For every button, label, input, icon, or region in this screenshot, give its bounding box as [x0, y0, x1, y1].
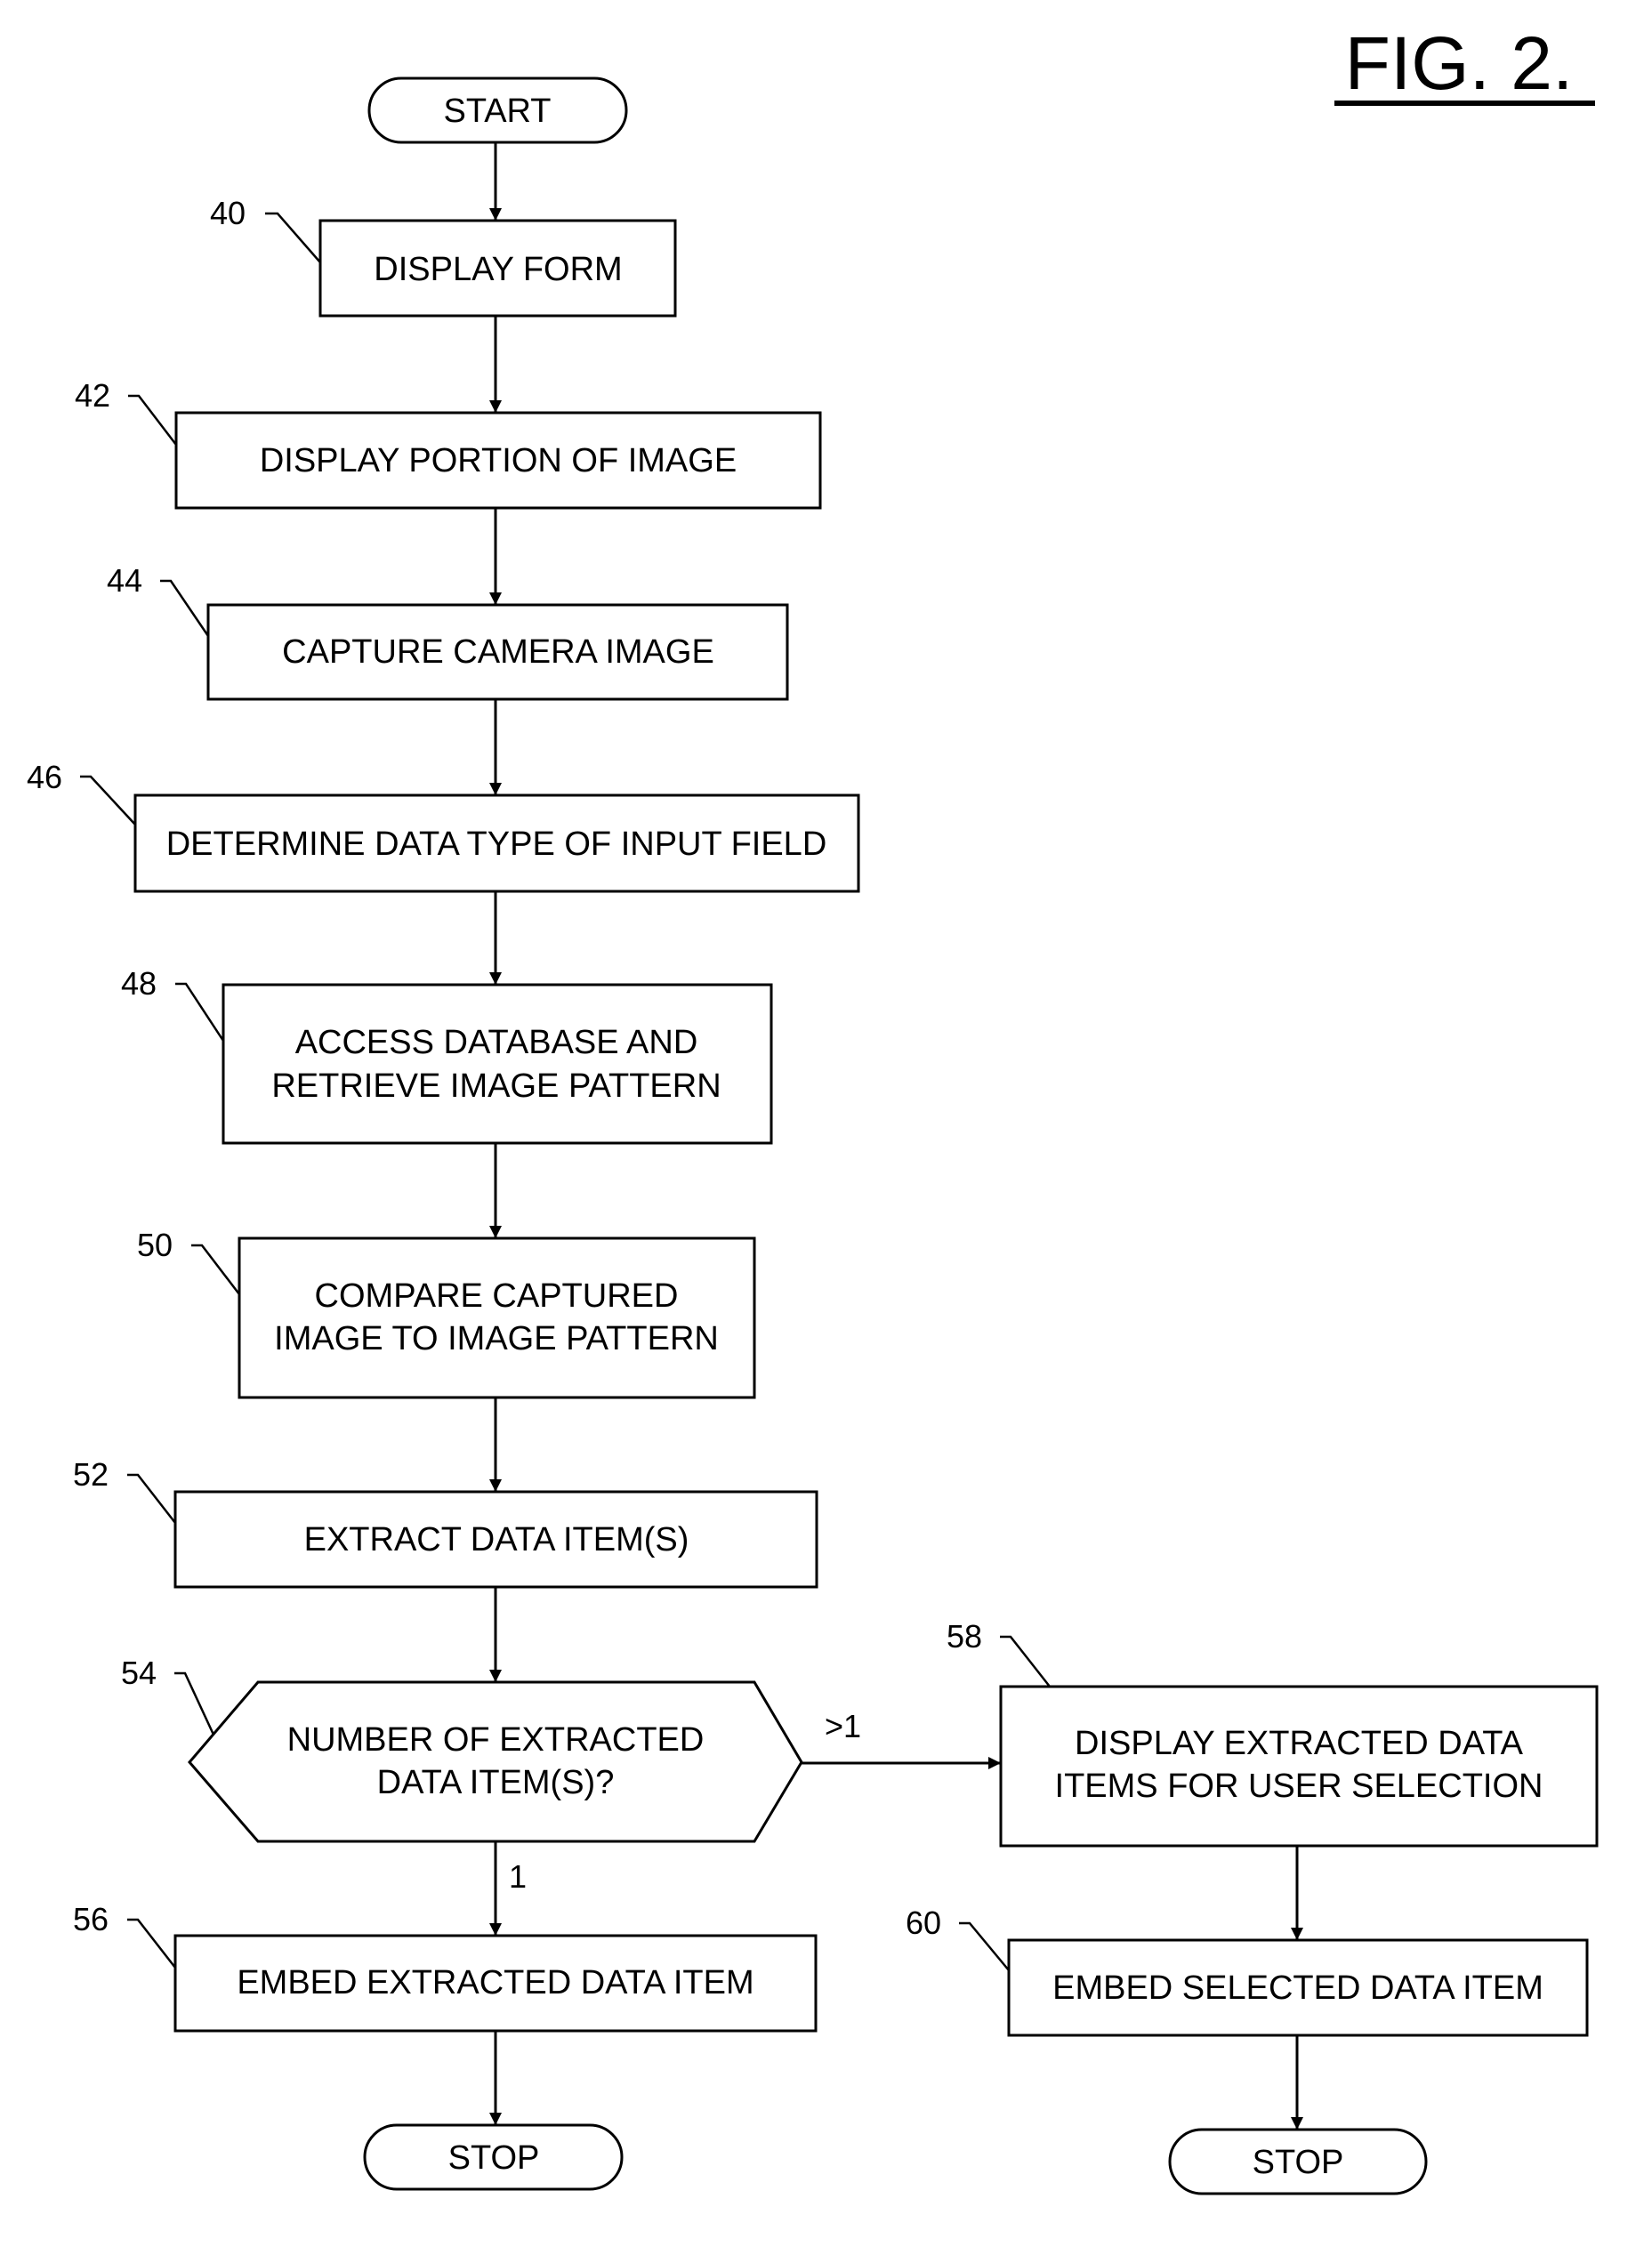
decision-54-label-line1: NUMBER OF EXTRACTED	[287, 1721, 705, 1759]
branch-label-many: >1	[825, 1708, 861, 1744]
ref-54-leader	[174, 1671, 215, 1736]
figure-title: FIG. 2.	[1334, 21, 1595, 106]
ref-58: 58	[947, 1618, 982, 1655]
step-44-capture-image: CAPTURE CAMERA IMAGE 44	[107, 562, 789, 701]
step-52-extract: EXTRACT DATA ITEM(S) 52	[73, 1456, 818, 1589]
ref-52: 52	[73, 1456, 109, 1493]
step-60-label: EMBED SELECTED DATA ITEM	[1052, 1969, 1543, 2007]
step-46-label: DETERMINE DATA TYPE OF INPUT FIELD	[166, 825, 827, 863]
step-48-label-line2: RETRIEVE IMAGE PATTERN	[271, 1067, 721, 1105]
step-60-embed-selected: EMBED SELECTED DATA ITEM 60	[906, 1905, 1589, 2037]
ref-60-leader	[959, 1921, 1010, 1971]
step-48-label-line1: ACCESS DATABASE AND	[295, 1024, 698, 1061]
stop-terminal-right: STOP	[1168, 2128, 1428, 2195]
ref-40-leader	[265, 212, 321, 263]
ref-46-leader	[80, 775, 136, 825]
ref-48-leader	[175, 982, 225, 1042]
step-48-access-database: ACCESS DATABASE AND RETRIEVE IMAGE PATTE…	[121, 965, 773, 1145]
ref-54: 54	[121, 1655, 157, 1691]
step-40-label: DISPLAY FORM	[374, 251, 622, 288]
decision-54-label-line2: DATA ITEM(S)?	[377, 1764, 615, 1801]
step-40-display-form: DISPLAY FORM 40	[210, 195, 677, 318]
ref-56: 56	[73, 1901, 109, 1937]
ref-60: 60	[906, 1905, 941, 1941]
step-56-label: EMBED EXTRACTED DATA ITEM	[237, 1964, 753, 2001]
ref-52-leader	[127, 1473, 176, 1524]
step-46-determine-type: DETERMINE DATA TYPE OF INPUT FIELD 46	[27, 759, 860, 893]
branch-label-one: 1	[509, 1858, 527, 1895]
figure-title-text: FIG. 2.	[1345, 21, 1574, 105]
ref-50: 50	[137, 1227, 173, 1263]
ref-44-leader	[160, 579, 210, 637]
ref-56-leader	[127, 1918, 176, 1969]
start-label: START	[443, 93, 551, 130]
step-42-display-portion: DISPLAY PORTION OF IMAGE 42	[75, 377, 822, 510]
stop-right-label: STOP	[1253, 2144, 1344, 2181]
ref-46: 46	[27, 759, 62, 795]
step-58-display-items: DISPLAY EXTRACTED DATA ITEMS FOR USER SE…	[947, 1618, 1599, 1848]
step-50-label-line2: IMAGE TO IMAGE PATTERN	[274, 1320, 719, 1357]
ref-50-leader	[191, 1244, 240, 1295]
flowchart: FIG. 2. START >1 1 DISPLAY FORM 40 DISPL…	[27, 21, 1599, 2195]
start-terminal: START	[367, 77, 628, 144]
step-42-label: DISPLAY PORTION OF IMAGE	[260, 442, 737, 479]
step-58-label-line1: DISPLAY EXTRACTED DATA	[1075, 1725, 1524, 1762]
decision-54-count: NUMBER OF EXTRACTED DATA ITEM(S)? 54	[121, 1655, 803, 1843]
step-52-label: EXTRACT DATA ITEM(S)	[304, 1521, 689, 1558]
ref-42: 42	[75, 377, 110, 414]
ref-44: 44	[107, 562, 142, 599]
ref-58-leader	[1000, 1635, 1051, 1687]
step-44-label: CAPTURE CAMERA IMAGE	[282, 633, 714, 671]
stop-left-label: STOP	[448, 2139, 540, 2177]
step-50-label-line1: COMPARE CAPTURED	[315, 1277, 679, 1315]
ref-42-leader	[128, 394, 177, 446]
step-50-compare: COMPARE CAPTURED IMAGE TO IMAGE PATTERN …	[137, 1227, 756, 1399]
ref-40: 40	[210, 195, 246, 231]
step-58-label-line2: ITEMS FOR USER SELECTION	[1055, 1768, 1543, 1805]
ref-48: 48	[121, 965, 157, 1002]
step-56-embed-extracted: EMBED EXTRACTED DATA ITEM 56	[73, 1901, 818, 2033]
stop-terminal-left: STOP	[363, 2123, 624, 2191]
